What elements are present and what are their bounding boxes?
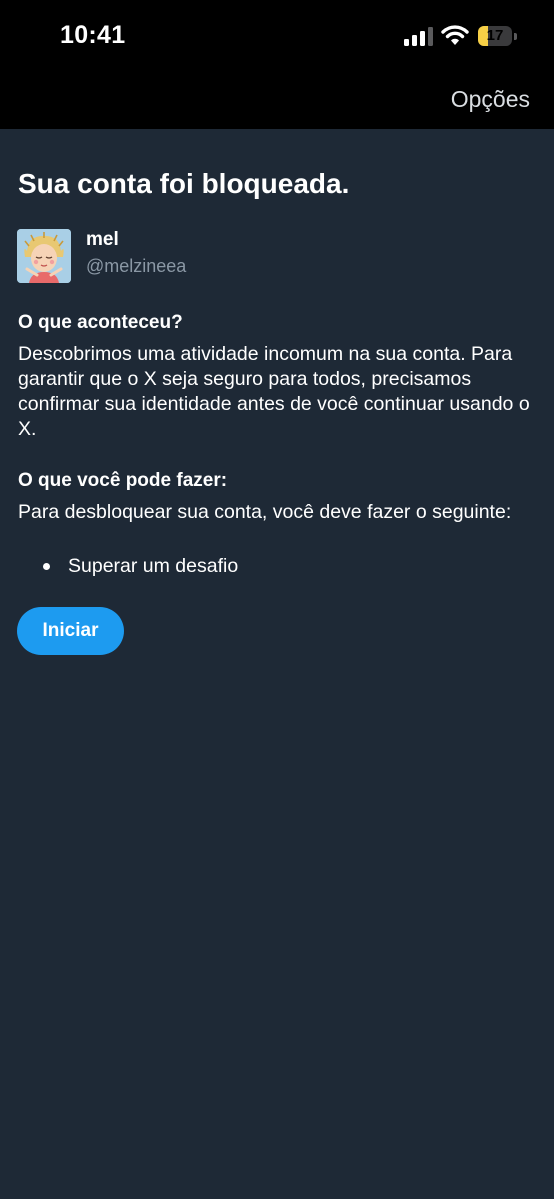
what-happened-body: Descobrimos uma atividade incomum na sua… — [18, 343, 530, 440]
battery-cap — [514, 33, 517, 40]
step-label: Superar um desafio — [68, 555, 239, 577]
options-button[interactable]: Opções — [451, 86, 530, 113]
top-bar: 10:41 17 Opções — [0, 0, 554, 129]
what-happened-heading: O que aconteceu? — [18, 312, 183, 333]
status-time: 10:41 — [60, 21, 126, 49]
avatar — [17, 229, 71, 283]
display-name: mel — [86, 229, 119, 250]
battery-body: 17 — [478, 26, 512, 46]
signal-icon — [404, 27, 433, 46]
start-button[interactable]: Iniciar — [17, 607, 124, 655]
page-title: Sua conta foi bloqueada. — [18, 168, 350, 199]
bullet-icon — [43, 563, 50, 570]
wifi-icon — [441, 25, 469, 45]
battery-icon: 17 — [478, 26, 518, 46]
what-to-do-body: Para desbloquear sua conta, você deve fa… — [18, 501, 512, 523]
what-to-do-heading: O que você pode fazer: — [18, 470, 228, 491]
user-handle: @melzineea — [86, 256, 187, 276]
avatar-illustration-icon — [17, 229, 71, 283]
battery-level: 17 — [486, 27, 504, 44]
